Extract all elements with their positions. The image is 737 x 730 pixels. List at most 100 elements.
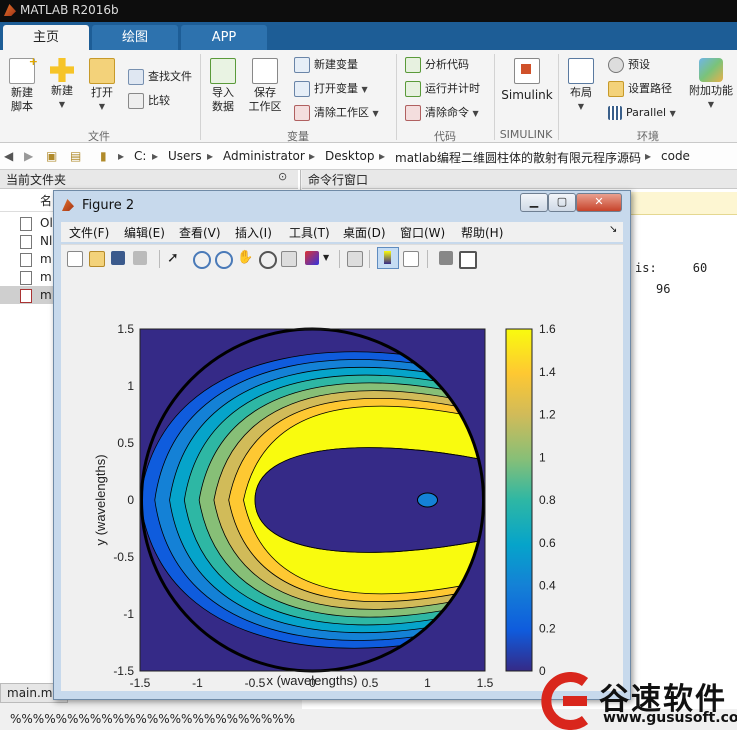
matlab-figure-icon — [62, 199, 74, 211]
path-segment[interactable]: C: — [134, 149, 146, 163]
x-tick-label: 1.5 — [477, 676, 494, 690]
menu-edit[interactable]: 编辑(E) — [124, 224, 165, 241]
colorbar-tick-label: 0.4 — [539, 579, 556, 593]
import-data-button[interactable]: 导入 数据 — [205, 58, 241, 114]
close-button[interactable]: ✕ — [576, 193, 622, 212]
m-file-icon — [20, 271, 32, 285]
colorbar-tick-label: 1.6 — [539, 322, 556, 336]
y-tick-label: 1 — [127, 379, 134, 393]
column-header-name[interactable]: 名 — [40, 192, 52, 209]
back-arrow-icon[interactable]: ◀ — [4, 149, 13, 163]
tab-plots[interactable]: 绘图 — [92, 25, 178, 50]
open-file-icon[interactable] — [89, 251, 105, 267]
x-tick-label: -1.5 — [130, 676, 151, 690]
current-folder-header: 当前文件夹 ⊙ — [0, 170, 298, 189]
run-time-icon — [405, 81, 421, 97]
forward-arrow-icon[interactable]: ▶ — [24, 149, 33, 163]
file-item: m — [20, 288, 52, 303]
run-and-time-button[interactable]: 运行并计时 — [405, 80, 480, 98]
zoom-in-icon[interactable] — [193, 251, 211, 269]
link-plot-icon[interactable] — [347, 251, 363, 267]
pointer-arrow-icon[interactable]: ➚ — [167, 251, 181, 265]
chevron-down-icon[interactable]: ▼ — [323, 253, 329, 262]
chevron-down-icon: ▼ — [669, 109, 676, 118]
menu-desktop[interactable]: 桌面(D) — [343, 224, 386, 241]
clear-commands-button[interactable]: 清除命令 ▼ — [405, 104, 479, 122]
colorbar-tick-label: 1.4 — [539, 365, 556, 379]
show-plot-tools-icon[interactable] — [459, 251, 477, 269]
path-segment[interactable]: matlab编程二维圆柱体的散射有限元程序源码 — [395, 149, 641, 166]
new-variable-icon — [294, 57, 310, 73]
app-title: MATLAB R2016b — [20, 3, 119, 17]
file-item[interactable]: Nl — [20, 234, 52, 249]
group-label-code: 代码 — [434, 130, 456, 143]
y-tick-label: -1.5 — [113, 664, 134, 678]
rotate-3d-icon[interactable] — [259, 251, 277, 269]
new-button[interactable]: 新建 ▼ — [44, 58, 80, 112]
find-files-icon — [128, 69, 144, 85]
addons-button[interactable]: 附加功能 ▼ — [688, 58, 734, 112]
minimize-button[interactable]: ▁ — [520, 193, 548, 212]
file-item[interactable]: Ol — [20, 216, 53, 231]
file-item[interactable]: m — [20, 252, 52, 267]
print-icon[interactable] — [133, 251, 147, 265]
figure-title: Figure 2 — [82, 198, 135, 213]
layout-button[interactable]: 布局 ▼ — [564, 58, 598, 114]
path-segment[interactable]: Users — [168, 149, 202, 163]
set-path-button[interactable]: 设置路径 — [608, 80, 672, 98]
path-segment[interactable]: Administrator — [223, 149, 305, 163]
pan-hand-icon[interactable]: ✋ — [237, 251, 253, 265]
chevron-down-icon: ▼ — [58, 100, 66, 109]
file-item[interactable]: m — [20, 270, 52, 285]
find-files-button[interactable]: 查找文件 — [128, 68, 192, 86]
brush-icon[interactable] — [305, 251, 319, 265]
y-tick-label: -0.5 — [113, 550, 134, 564]
save-icon[interactable] — [111, 251, 125, 265]
menu-tools[interactable]: 工具(T) — [289, 224, 330, 241]
chevron-down-icon: ▼ — [577, 102, 585, 111]
y-tick-label: 1.5 — [117, 322, 134, 336]
clear-workspace-button[interactable]: 清除工作区 ▼ — [294, 104, 379, 122]
menu-help[interactable]: 帮助(H) — [461, 224, 503, 241]
path-segment[interactable]: code — [661, 149, 690, 163]
contour-band-0 — [254, 447, 484, 553]
x-tick-label: 1 — [424, 676, 431, 690]
menu-window[interactable]: 窗口(W) — [400, 224, 445, 241]
open-variable-icon — [294, 81, 310, 97]
contour-island — [417, 492, 438, 508]
menu-file[interactable]: 文件(F) — [69, 224, 109, 241]
new-script-button[interactable]: + 新建 脚本 — [4, 55, 40, 114]
app-title-bar: MATLAB R2016b — [0, 0, 737, 22]
zoom-out-icon[interactable] — [215, 251, 233, 269]
new-figure-icon[interactable] — [67, 251, 83, 267]
simulink-button[interactable]: Simulink — [500, 58, 554, 102]
open-variable-button[interactable]: 打开变量 ▼ — [294, 80, 368, 98]
chevron-down-icon: ▼ — [472, 109, 479, 118]
compare-button[interactable]: 比较 — [128, 92, 170, 110]
path-segment[interactable]: Desktop — [325, 149, 375, 163]
status-text: %%%%%%%%%%%%%%%%%%%%%%%%% — [10, 712, 296, 726]
panel-menu-icon[interactable]: ⊙ — [278, 170, 287, 183]
browse-folder-icon[interactable]: ▤ — [70, 149, 81, 163]
colorbar-toggle-button[interactable] — [377, 247, 399, 269]
data-cursor-icon[interactable] — [281, 251, 297, 267]
menu-view[interactable]: 查看(V) — [179, 224, 221, 241]
new-variable-button[interactable]: 新建变量 — [294, 56, 358, 74]
save-workspace-button[interactable]: 保存 工作区 — [245, 58, 285, 114]
menu-insert[interactable]: 插入(I) — [235, 224, 272, 241]
dock-arrow-icon[interactable]: ↘ — [609, 224, 617, 235]
analyze-code-button[interactable]: 分析代码 — [405, 56, 469, 74]
legend-icon[interactable] — [403, 251, 419, 267]
open-button[interactable]: 打开 ▼ — [84, 58, 120, 114]
colorbar-tick-label: 0.6 — [539, 536, 556, 550]
address-bar: ◀ ▶ ▣ ▤ ▮ ▸ C: ▸ Users ▸ Administrator ▸… — [0, 143, 737, 170]
parallel-button[interactable]: Parallel ▼ — [608, 104, 676, 122]
figure-window: Figure 2 ▁ ▢ ✕ 文件(F) 编辑(E) 查看(V) 插入(I) 工… — [53, 190, 631, 700]
tab-home[interactable]: 主页 — [3, 25, 89, 50]
colorbar-tick-label: 1.2 — [539, 408, 556, 422]
hide-plot-tools-icon[interactable] — [439, 251, 453, 265]
tab-apps[interactable]: APP — [181, 25, 267, 50]
up-folder-icon[interactable]: ▣ — [46, 149, 57, 163]
maximize-button[interactable]: ▢ — [548, 193, 576, 212]
preferences-button[interactable]: 预设 — [608, 56, 650, 74]
